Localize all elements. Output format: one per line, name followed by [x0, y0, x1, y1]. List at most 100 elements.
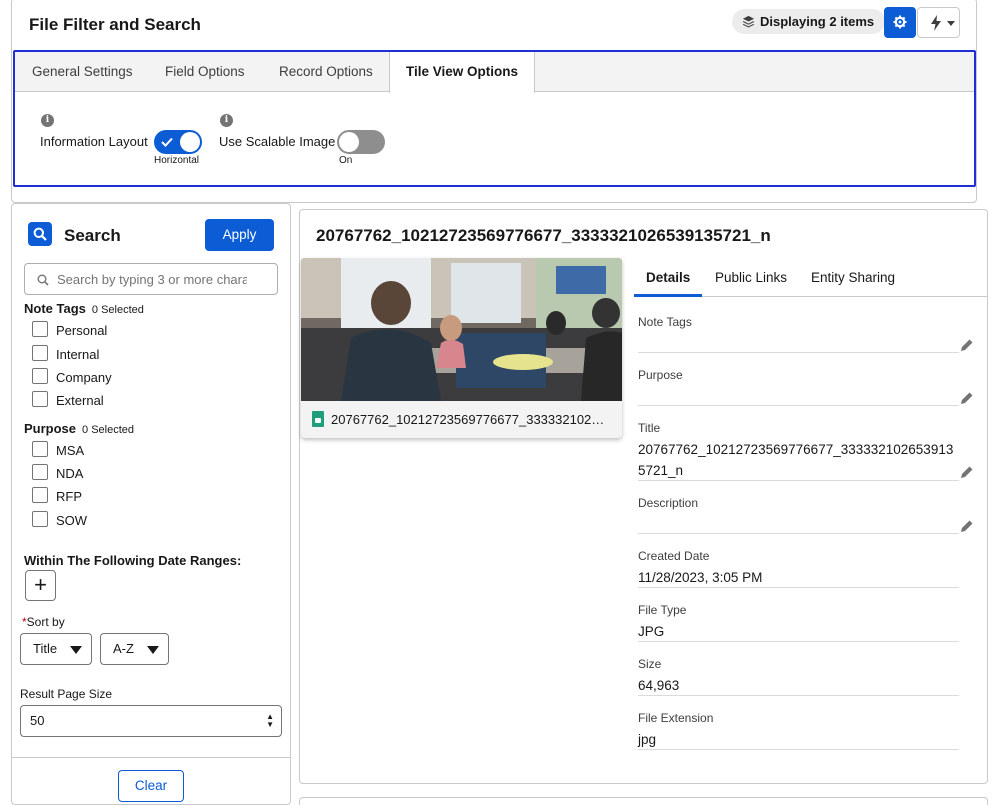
settings-tab-bar: General Settings Field Options Record Op… [15, 52, 974, 93]
clear-button[interactable]: Clear [118, 770, 184, 802]
field-underline [638, 352, 959, 353]
information-layout-label: Information Layout [40, 134, 148, 149]
sort-field-select[interactable]: Title [20, 633, 92, 665]
toggle-knob [339, 132, 359, 152]
pencil-icon[interactable] [960, 391, 974, 405]
layers-icon [742, 15, 755, 28]
tab-tile-view-options[interactable]: Tile View Options [389, 52, 535, 93]
checkbox-personal[interactable] [32, 321, 48, 337]
tab-record-options[interactable]: Record Options [279, 52, 373, 92]
checkbox-label: External [56, 393, 104, 408]
items-count-badge: Displaying 2 items [732, 9, 886, 34]
note-tags-heading: Note Tags 0 Selected [24, 301, 144, 316]
search-input[interactable] [57, 264, 247, 294]
page-size-input[interactable]: 50 ▲ ▼ [20, 705, 282, 737]
settings-button[interactable] [884, 7, 916, 38]
apply-button[interactable]: Apply [205, 219, 274, 251]
field-value-file-extension: jpg [638, 732, 657, 747]
information-layout-state: Horizontal [154, 155, 200, 166]
checkbox-external[interactable] [32, 391, 48, 407]
field-underline [638, 480, 959, 481]
checkbox-sow[interactable] [32, 511, 48, 527]
search-field[interactable] [24, 263, 278, 295]
bolt-icon [931, 15, 941, 31]
sort-by-text: Sort by [26, 615, 65, 629]
filter-header-card: File Filter and Search Displaying 2 item… [11, 0, 977, 203]
purpose-heading: Purpose 0 Selected [24, 421, 134, 436]
field-value-size: 64,963 [638, 678, 680, 693]
field-underline [638, 587, 959, 588]
search-icon [37, 274, 49, 286]
next-record-card [299, 797, 988, 805]
sort-direction-value: A-Z [113, 641, 134, 656]
search-icon [28, 222, 52, 246]
tab-details[interactable]: Details [634, 260, 703, 297]
purpose-count: 0 Selected [82, 424, 134, 436]
field-underline [638, 533, 959, 534]
field-label: File Type [638, 603, 687, 617]
page-size-value: 50 [30, 713, 45, 728]
note-tags-title: Note Tags [24, 301, 86, 316]
checkbox-label: Internal [56, 347, 100, 362]
file-preview-image[interactable] [301, 258, 622, 401]
field-underline [638, 695, 959, 696]
sort-field-value: Title [33, 641, 58, 656]
pencil-icon[interactable] [960, 519, 974, 533]
page-size-label: Result Page Size [20, 687, 113, 701]
search-title: Search [64, 226, 121, 245]
field-label: File Extension [638, 711, 714, 725]
checkbox-nda[interactable] [32, 464, 48, 480]
file-tile[interactable]: 20767762_10212723569776677_3333321026539… [301, 258, 622, 438]
sort-direction-select[interactable]: A-Z [100, 633, 169, 665]
checkbox-label: NDA [56, 466, 84, 481]
pencil-icon[interactable] [960, 465, 974, 479]
check-icon [161, 137, 173, 147]
settings-tabset: General Settings Field Options Record Op… [13, 50, 976, 187]
checkbox-rfp[interactable] [32, 487, 48, 503]
record-tab-bar: Details Public Links Entity Sharing [634, 260, 988, 297]
tab-field-options[interactable]: Field Options [165, 52, 245, 92]
field-label: Note Tags [638, 315, 692, 329]
divider [12, 757, 290, 758]
tab-entity-sharing[interactable]: Entity Sharing [811, 260, 895, 297]
caret-down-icon [70, 646, 82, 654]
field-underline [638, 641, 959, 642]
caret-down-icon [147, 646, 159, 654]
checkbox-msa[interactable] [32, 441, 48, 457]
record-card: 20767762_10212723569776677_3333321026539… [299, 209, 988, 784]
info-icon[interactable]: i [220, 114, 233, 127]
tab-public-links[interactable]: Public Links [715, 260, 787, 297]
field-label: Description [638, 496, 699, 510]
toggle-knob [180, 132, 200, 152]
information-layout-toggle[interactable] [154, 130, 202, 154]
field-label: Title [638, 421, 661, 435]
page-title: File Filter and Search [29, 15, 201, 34]
info-icon[interactable]: i [41, 114, 54, 127]
plus-icon: + [34, 572, 47, 597]
image-file-icon [312, 411, 324, 427]
scalable-image-state: On [339, 155, 353, 166]
scalable-image-toggle[interactable] [337, 130, 385, 154]
date-ranges-title: Within The Following Date Ranges: [24, 553, 242, 568]
tab-general-settings[interactable]: General Settings [32, 52, 133, 92]
checkbox-company[interactable] [32, 368, 48, 384]
field-label: Created Date [638, 549, 710, 563]
checkbox-label: SOW [56, 513, 88, 528]
quick-actions-button[interactable] [917, 7, 960, 38]
field-underline [638, 749, 959, 750]
sort-by-label: *Sort by [22, 615, 65, 629]
note-tags-count: 0 Selected [91, 304, 144, 316]
field-label: Size [638, 657, 662, 671]
badge-label: Displaying 2 items [760, 14, 875, 29]
add-date-range-button[interactable]: + [25, 570, 56, 601]
stepper-icon[interactable]: ▲ ▼ [266, 713, 274, 729]
file-tile-name[interactable]: 20767762_10212723569776677_3333321026539… [331, 412, 611, 427]
checkbox-internal[interactable] [32, 345, 48, 361]
filter-panel: Search Apply Note Tags 0 Selected Persona… [11, 203, 291, 805]
field-label: Purpose [638, 368, 683, 382]
record-title[interactable]: 20767762_10212723569776677_3333321026539… [316, 226, 771, 246]
checkbox-label: Company [56, 370, 112, 385]
checkbox-label: RFP [56, 489, 82, 504]
pencil-icon[interactable] [960, 338, 974, 352]
checkbox-label: Personal [56, 323, 108, 338]
